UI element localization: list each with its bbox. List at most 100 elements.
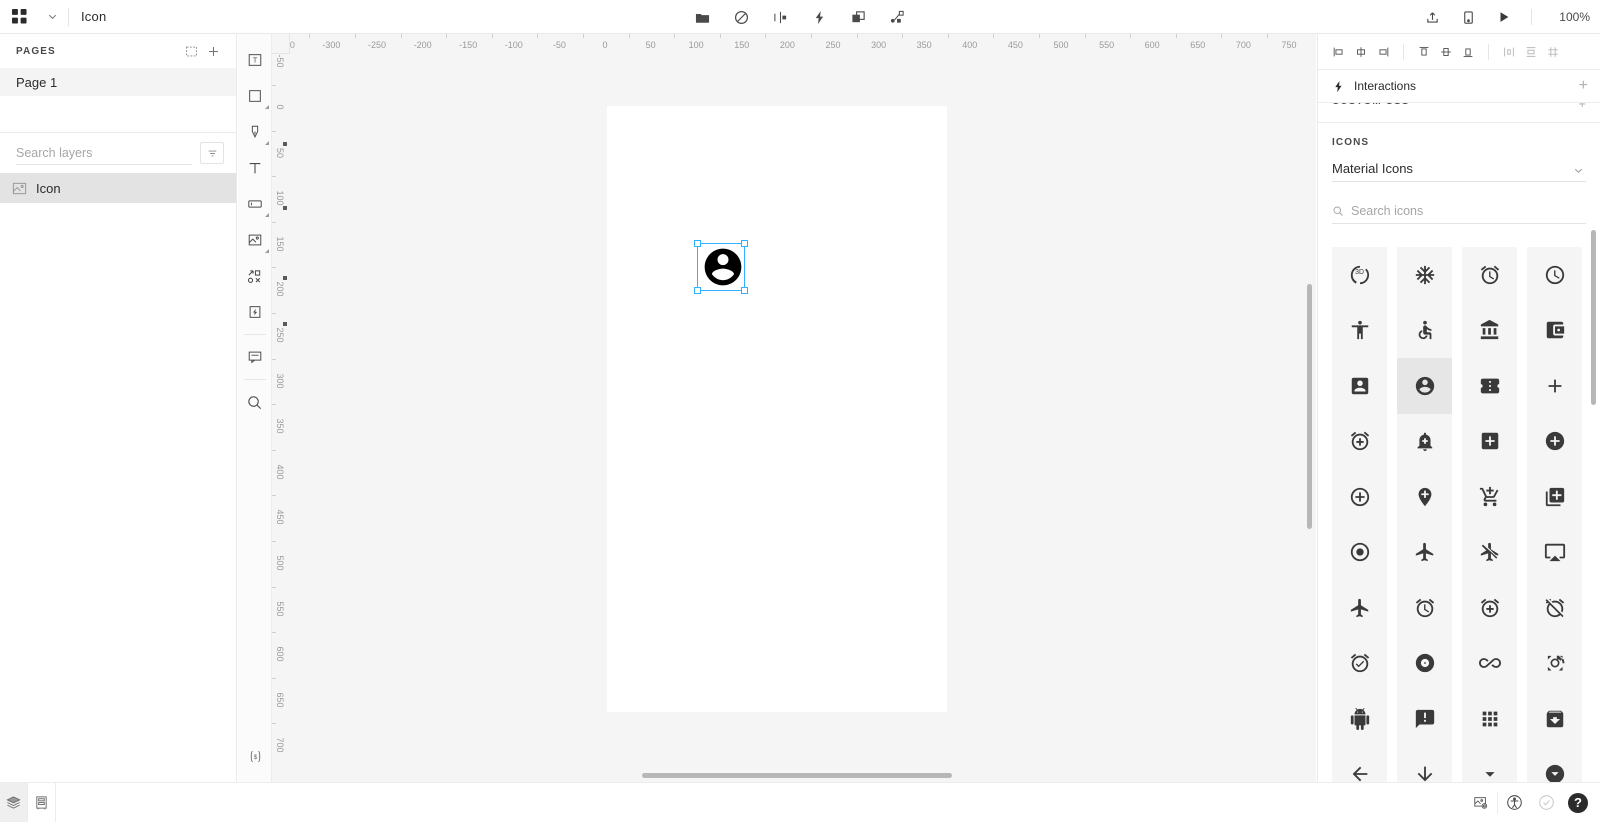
layers-stack-icon[interactable]: [848, 6, 870, 28]
layer-item[interactable]: Icon: [0, 173, 236, 203]
all-out-icon[interactable]: [1527, 635, 1582, 691]
accessible-icon[interactable]: [1397, 302, 1452, 358]
layers-tab[interactable]: [0, 783, 28, 822]
curve-tool[interactable]: [238, 186, 272, 222]
screenshot-settings-icon[interactable]: [1465, 783, 1497, 822]
ruler-v-label: 600: [275, 646, 285, 662]
add-custom-css-button[interactable]: +: [1578, 103, 1586, 111]
grid-distribute-icon[interactable]: [1542, 41, 1564, 63]
adjust-icon[interactable]: [1332, 524, 1387, 580]
add-circle-icon[interactable]: [1527, 413, 1582, 469]
alarm-icon[interactable]: [1397, 580, 1452, 636]
add-alarm-icon[interactable]: [1332, 413, 1387, 469]
alarm-add-icon[interactable]: [1462, 580, 1517, 636]
text-tool[interactable]: [238, 150, 272, 186]
align-vertical-center-icon[interactable]: [1435, 41, 1457, 63]
airplay-icon[interactable]: [1527, 524, 1582, 580]
apps-icon[interactable]: [1462, 691, 1517, 747]
add-box-icon[interactable]: [1462, 413, 1517, 469]
airplanemode-inactive-icon[interactable]: [1462, 524, 1517, 580]
collapse-frame-icon[interactable]: [180, 40, 202, 62]
announcement-icon[interactable]: [1397, 691, 1452, 747]
access-alarm-icon[interactable]: [1462, 247, 1517, 303]
file-name[interactable]: Icon: [81, 9, 106, 24]
add-icon[interactable]: [1527, 358, 1582, 414]
align-right-icon[interactable]: [1372, 41, 1394, 63]
add-page-button[interactable]: [202, 40, 224, 62]
alarm-on-icon[interactable]: [1332, 635, 1387, 691]
play-icon[interactable]: [1493, 6, 1515, 28]
archive-icon[interactable]: [1527, 691, 1582, 747]
selection-box[interactable]: [694, 240, 748, 294]
rectangle-tool[interactable]: [238, 78, 272, 114]
icon-library-select[interactable]: Material Icons: [1332, 156, 1586, 182]
mobile-preview-icon[interactable]: [1457, 6, 1479, 28]
zoom-tool[interactable]: [238, 384, 272, 420]
components-tool[interactable]: [238, 258, 272, 294]
image-tool[interactable]: [238, 222, 272, 258]
android-icon[interactable]: [1332, 691, 1387, 747]
airplanemode-active-icon[interactable]: [1397, 524, 1452, 580]
scatter-nodes-icon[interactable]: [887, 6, 909, 28]
check-circle-icon[interactable]: [1530, 783, 1562, 822]
grid-logo-icon[interactable]: [0, 0, 38, 34]
album-icon[interactable]: [1397, 635, 1452, 691]
all-inclusive-icon[interactable]: [1462, 635, 1517, 691]
add-alert-icon[interactable]: [1397, 413, 1452, 469]
accessibility-circle-icon[interactable]: [1498, 783, 1530, 822]
code-tool[interactable]: $: [238, 738, 272, 774]
comments-tool[interactable]: [238, 339, 272, 375]
accessibility-icon[interactable]: [1332, 302, 1387, 358]
custom-css-section[interactable]: CUSTOM CSS +: [1318, 103, 1600, 123]
interactions-section-header[interactable]: Interactions +: [1318, 70, 1600, 103]
access-time-icon[interactable]: [1527, 247, 1582, 303]
3d-rotation-icon[interactable]: 3D: [1332, 247, 1387, 303]
export-upload-icon[interactable]: [1421, 6, 1443, 28]
distribute-icon[interactable]: [770, 6, 792, 28]
search-icons-input[interactable]: [1351, 203, 1586, 218]
icon-grid-scrollbar[interactable]: [1591, 230, 1596, 405]
align-bottom-icon[interactable]: [1457, 41, 1479, 63]
account-circle-icon[interactable]: [1397, 358, 1452, 414]
resize-handle-bottom-right[interactable]: [741, 287, 748, 294]
resize-handle-bottom-left[interactable]: [694, 287, 701, 294]
account-balance-icon[interactable]: [1462, 302, 1517, 358]
path-tool[interactable]: [238, 114, 272, 150]
lightning-icon[interactable]: [809, 6, 831, 28]
chevron-down-icon[interactable]: [38, 0, 66, 34]
add-to-photos-icon[interactable]: [1527, 469, 1582, 525]
interactions-tool[interactable]: [238, 294, 272, 330]
canvas-viewport[interactable]: -350 -300 -250 -200 -150 -100 -50 0 50 100 150 200 2…: [272, 34, 1316, 782]
align-left-icon[interactable]: [1328, 41, 1350, 63]
chevron-down-icon[interactable]: [1573, 163, 1584, 181]
add-circle-outline-icon[interactable]: [1332, 469, 1387, 525]
canvas-horizontal-scrollbar[interactable]: [642, 773, 952, 778]
zoom-level[interactable]: 100%: [1548, 10, 1590, 24]
no-symbol-icon[interactable]: [731, 6, 753, 28]
filter-icon[interactable]: [200, 142, 224, 164]
design-board[interactable]: [607, 106, 947, 712]
alarm-off-icon[interactable]: [1527, 580, 1582, 636]
assets-tab[interactable]: [28, 783, 56, 822]
confirmation-number-icon[interactable]: [1462, 358, 1517, 414]
add-interaction-button[interactable]: +: [1579, 78, 1588, 94]
board-icon[interactable]: [692, 6, 714, 28]
align-horizontal-center-icon[interactable]: [1350, 41, 1372, 63]
ruler-v-tick: [272, 495, 276, 497]
ac-unit-icon[interactable]: [1397, 247, 1452, 303]
align-top-icon[interactable]: [1413, 41, 1435, 63]
canvas-vertical-scrollbar[interactable]: [1307, 284, 1312, 529]
add-location-icon[interactable]: [1397, 469, 1452, 525]
resize-handle-top-left[interactable]: [694, 240, 701, 247]
search-layers-input[interactable]: [16, 141, 192, 165]
help-button[interactable]: ?: [1562, 783, 1594, 822]
resize-handle-top-right[interactable]: [741, 240, 748, 247]
account-box-icon[interactable]: [1332, 358, 1387, 414]
board-tool[interactable]: T: [238, 42, 272, 78]
flight-icon[interactable]: [1332, 580, 1387, 636]
distribute-horizontal-icon[interactable]: [1498, 41, 1520, 63]
distribute-vertical-icon[interactable]: [1520, 41, 1542, 63]
add-shopping-cart-icon[interactable]: [1462, 469, 1517, 525]
page-item[interactable]: Page 1: [0, 68, 236, 96]
account-balance-wallet-icon[interactable]: [1527, 302, 1582, 358]
